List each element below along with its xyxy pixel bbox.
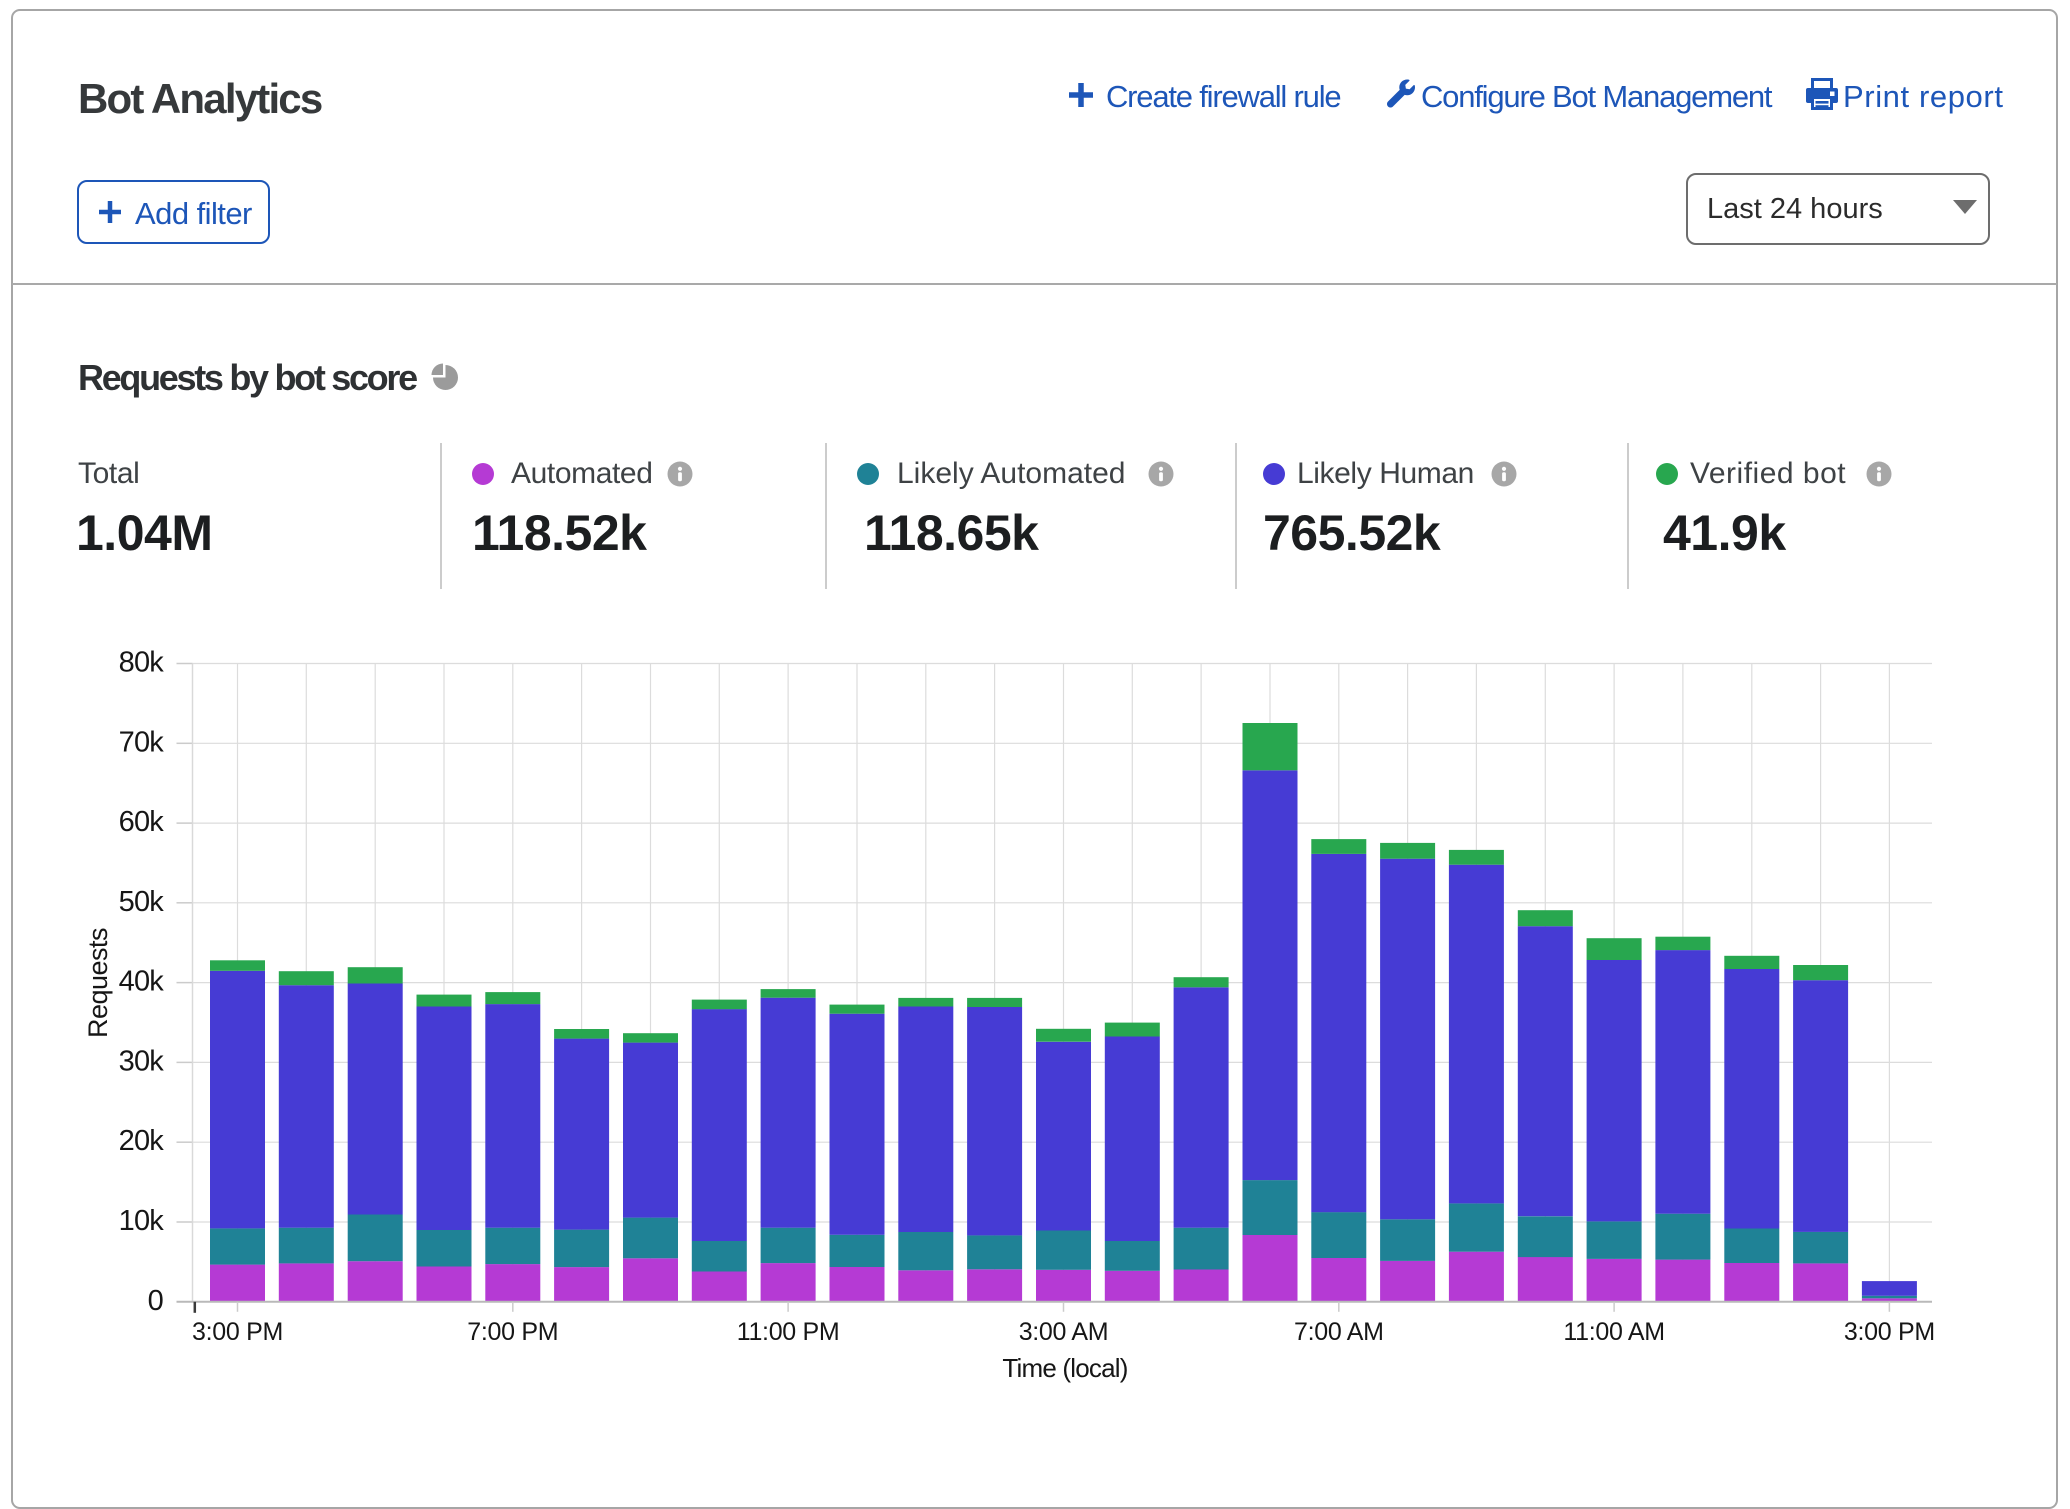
svg-text:7:00 AM: 7:00 AM (1294, 1318, 1384, 1346)
svg-text:Requests: Requests (83, 928, 113, 1038)
svg-text:3:00 AM: 3:00 AM (1019, 1318, 1109, 1346)
svg-text:80k: 80k (119, 647, 165, 679)
svg-text:11:00 AM: 11:00 AM (1563, 1318, 1664, 1346)
svg-text:7:00 PM: 7:00 PM (467, 1318, 558, 1346)
svg-text:30k: 30k (119, 1045, 165, 1077)
svg-text:40k: 40k (119, 966, 165, 998)
svg-text:Time (local): Time (local) (1002, 1353, 1127, 1383)
svg-text:10k: 10k (119, 1205, 165, 1237)
svg-text:0: 0 (148, 1285, 163, 1317)
svg-text:3:00 PM: 3:00 PM (192, 1318, 283, 1346)
svg-text:60k: 60k (119, 806, 165, 838)
svg-text:20k: 20k (119, 1125, 165, 1157)
svg-text:70k: 70k (119, 726, 165, 758)
svg-text:11:00 PM: 11:00 PM (737, 1318, 840, 1346)
svg-text:50k: 50k (119, 886, 165, 918)
svg-text:3:00 PM: 3:00 PM (1844, 1318, 1935, 1346)
